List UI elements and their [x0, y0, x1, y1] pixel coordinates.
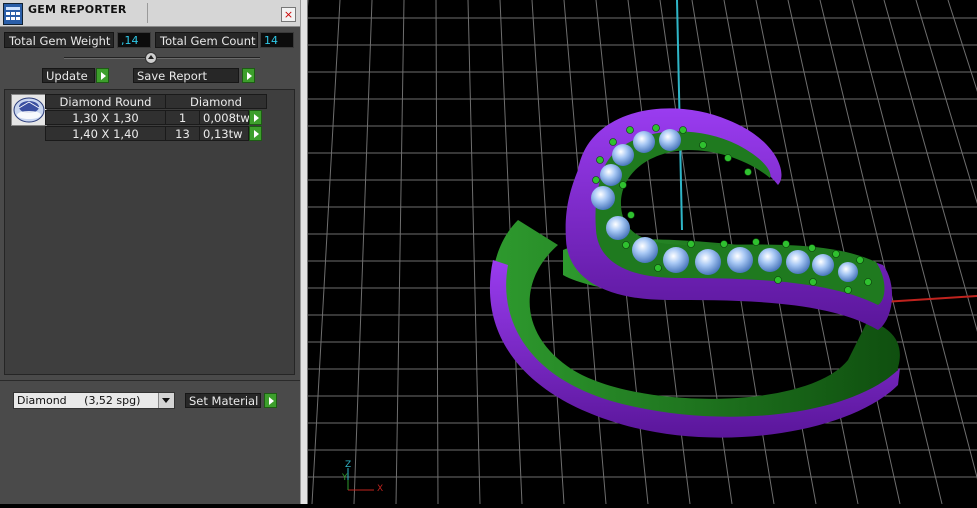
- gem[interactable]: [633, 131, 655, 153]
- gem[interactable]: [812, 254, 834, 276]
- gem-reporter-panel: GEM REPORTER × Total Gem Weight ,14 Tota…: [0, 0, 300, 504]
- slider-knob[interactable]: [145, 52, 157, 64]
- material-select-value: Diamond (3,52 spg): [17, 394, 141, 407]
- gem-list: Diamond Round Diamond 1,30 X 1,30 1 0,00…: [4, 89, 295, 375]
- gem[interactable]: [758, 248, 782, 272]
- gem[interactable]: [600, 164, 622, 186]
- gem[interactable]: [659, 129, 681, 151]
- row-weight: 0,008tw: [199, 110, 250, 125]
- gem[interactable]: [786, 250, 810, 274]
- axis-label-z: Z: [345, 460, 352, 470]
- gem[interactable]: [612, 144, 634, 166]
- update-button[interactable]: Update: [42, 68, 95, 83]
- panel-divider: [0, 380, 300, 381]
- set-material-play-arrow-icon[interactable]: [264, 393, 277, 408]
- panel-splitter[interactable]: [300, 0, 308, 504]
- material-select[interactable]: Diamond (3,52 spg): [13, 392, 175, 409]
- row-play-arrow-icon[interactable]: [249, 126, 262, 141]
- header-diamond: Diamond: [165, 94, 267, 109]
- round-diamond-thumbnail[interactable]: [11, 94, 47, 126]
- title-bar: GEM REPORTER ×: [0, 0, 300, 27]
- gem-reporter-app-icon: [3, 3, 23, 25]
- update-play-arrow-icon[interactable]: [96, 68, 109, 83]
- 3d-viewport[interactable]: Z Y X: [267, 0, 977, 505]
- total-gem-weight-value: ,14: [117, 32, 151, 48]
- axis-label-y: Y: [342, 473, 348, 483]
- row-count: 13: [165, 126, 200, 141]
- total-gem-count-value: 14: [260, 32, 294, 48]
- header-diamond-round: Diamond Round: [45, 94, 166, 109]
- ring-render: [267, 0, 977, 505]
- row-size: 1,40 X 1,40: [45, 126, 166, 141]
- row-play-arrow-icon[interactable]: [249, 110, 262, 125]
- title-separator: [147, 3, 148, 23]
- row-weight: 0,13tw: [199, 126, 249, 141]
- gem[interactable]: [663, 247, 689, 273]
- save-report-play-arrow-icon[interactable]: [242, 68, 255, 83]
- gem[interactable]: [606, 216, 630, 240]
- axis-label-x: X: [377, 484, 384, 494]
- gem[interactable]: [591, 186, 615, 210]
- total-gem-weight-label: Total Gem Weight: [4, 32, 114, 48]
- dropdown-arrow-icon[interactable]: [158, 393, 174, 408]
- gem[interactable]: [695, 249, 721, 275]
- gem[interactable]: [838, 262, 858, 282]
- save-report-button[interactable]: Save Report: [133, 68, 239, 83]
- close-icon[interactable]: ×: [281, 7, 296, 22]
- row-size: 1,30 X 1,30: [45, 110, 166, 125]
- gem[interactable]: [632, 237, 658, 263]
- axis-triad: Z Y X: [342, 460, 392, 500]
- gem[interactable]: [727, 247, 753, 273]
- set-material-button[interactable]: Set Material: [185, 393, 261, 408]
- panel-title: GEM REPORTER: [28, 3, 127, 16]
- row-count: 1: [165, 110, 200, 125]
- total-gem-count-label: Total Gem Count: [155, 32, 258, 48]
- panel-resize-track: [64, 57, 260, 59]
